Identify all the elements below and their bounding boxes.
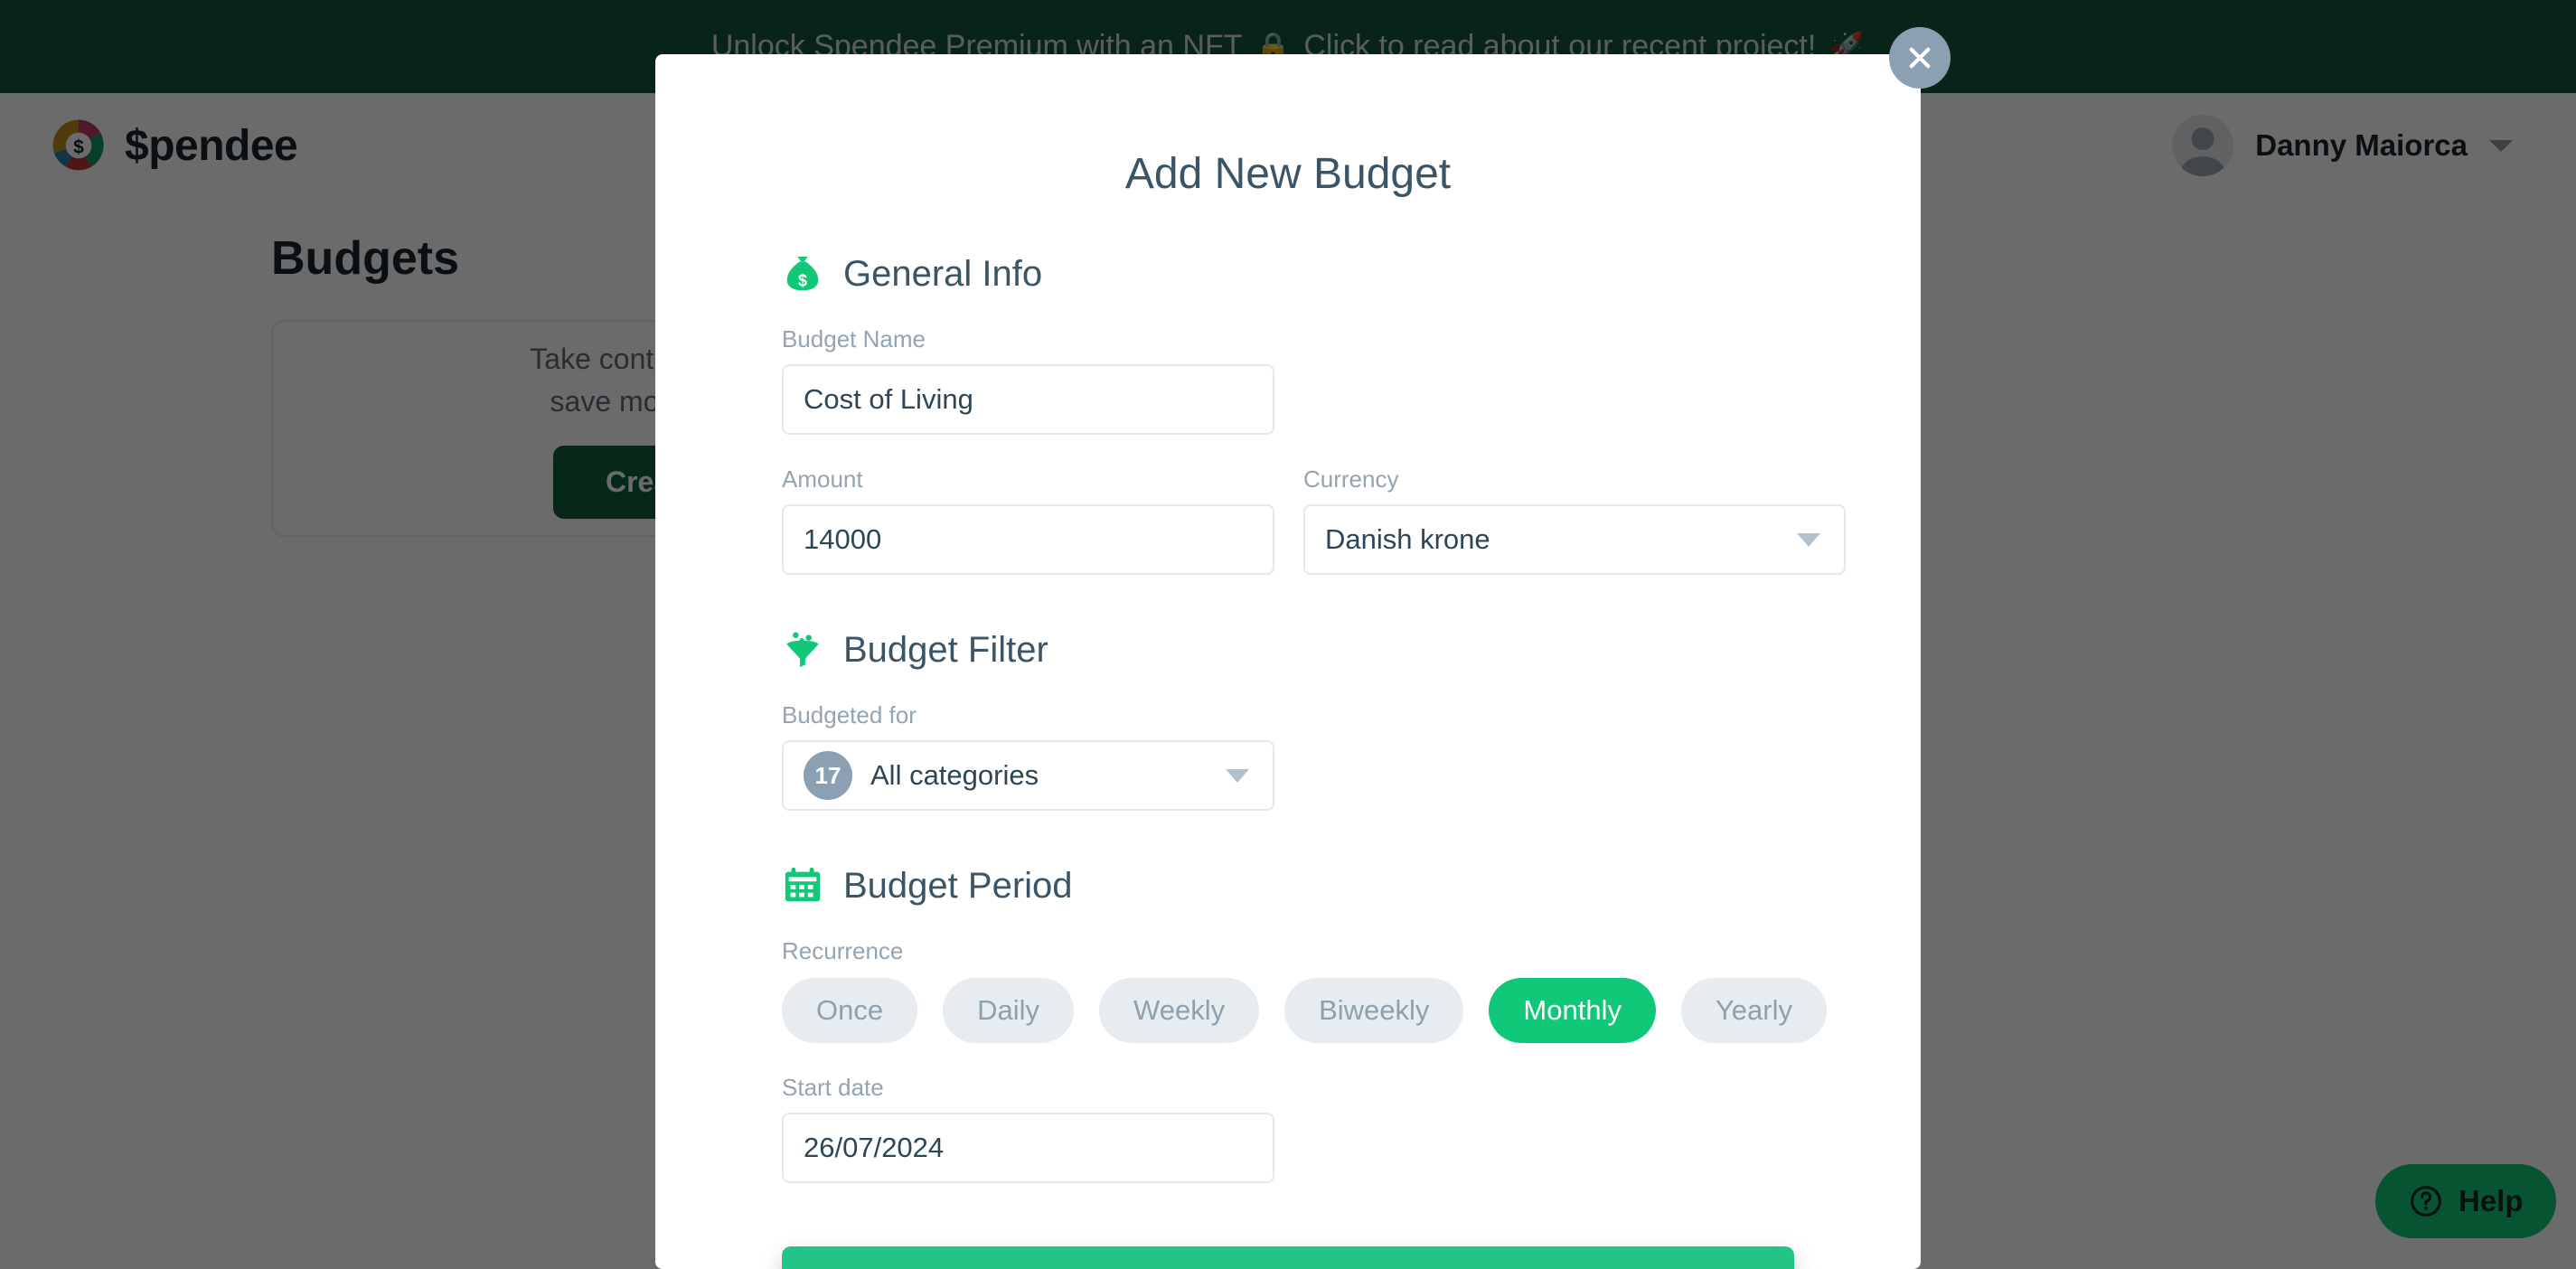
section-general-info-header: $ General Info (782, 253, 1794, 295)
section-budget-period-header: Budget Period (782, 865, 1794, 907)
recurrence-option-weekly[interactable]: Weekly (1099, 978, 1260, 1043)
svg-text:$: $ (798, 271, 807, 289)
section-budget-filter-header: Budget Filter (782, 629, 1794, 671)
currency-field-group: Currency Danish krone (1303, 465, 1846, 575)
category-count-badge: 17 (804, 751, 852, 800)
money-bag-icon: $ (786, 256, 819, 291)
recurrence-option-daily[interactable]: Daily (943, 978, 1075, 1043)
recurrence-field-group: Recurrence Once Daily Weekly Biweekly Monthl… (782, 937, 1827, 1043)
recurrence-options: Once Daily Weekly Biweekly Monthly Yearly (782, 978, 1827, 1043)
section-general-info-title: General Info (843, 253, 1043, 294)
calendar-icon (785, 867, 821, 902)
recurrence-option-monthly[interactable]: Monthly (1489, 978, 1656, 1043)
amount-input[interactable] (782, 504, 1274, 575)
chevron-down-icon (1226, 768, 1249, 783)
start-date-label: Start date (782, 1074, 884, 1101)
budgeted-for-select[interactable]: 17 All categories (782, 740, 1274, 811)
add-new-budget-dialog: Add New Budget $ General Info Budget Nam… (655, 54, 1921, 1269)
amount-field-group: Amount (782, 465, 1274, 575)
budgeted-for-value: All categories (870, 759, 1039, 791)
recurrence-option-yearly[interactable]: Yearly (1680, 978, 1827, 1043)
budget-name-label: Budget Name (782, 325, 926, 352)
dialog-title: Add New Budget (1124, 150, 1452, 198)
budgeted-for-label: Budgeted for (782, 701, 917, 728)
budget-name-field-group: Budget Name (782, 325, 1794, 435)
budgeted-for-field-group: Budgeted for 17 All categories (782, 701, 1794, 811)
budget-name-input[interactable] (782, 364, 1274, 435)
start-date-field-group: Start date (782, 1074, 1794, 1183)
recurrence-label: Recurrence (782, 937, 904, 964)
currency-label: Currency (1303, 465, 1399, 493)
recurrence-option-once[interactable]: Once (782, 978, 918, 1043)
chevron-down-icon (1797, 532, 1820, 547)
start-date-input[interactable] (782, 1113, 1274, 1183)
currency-select-value: Danish krone (1325, 523, 1490, 555)
amount-label: Amount (782, 465, 863, 493)
create-a-budget-button[interactable]: Create a Budget (782, 1246, 1794, 1269)
section-budget-filter-title: Budget Filter (843, 629, 1048, 670)
close-icon-button[interactable] (1889, 27, 1951, 89)
close-icon (1909, 47, 1931, 69)
funnel-icon (786, 632, 819, 668)
recurrence-option-biweekly[interactable]: Biweekly (1284, 978, 1464, 1043)
section-budget-period-title: Budget Period (843, 865, 1073, 906)
currency-select[interactable]: Danish krone (1303, 504, 1846, 575)
